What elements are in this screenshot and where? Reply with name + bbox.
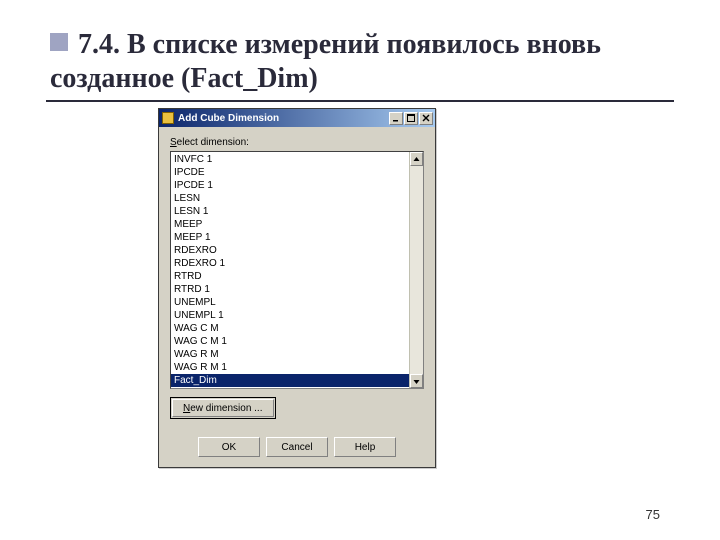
window-controls xyxy=(389,112,433,125)
new-dimension-button[interactable]: New dimension ... xyxy=(172,399,274,417)
help-button[interactable]: Help xyxy=(334,437,396,457)
list-item[interactable]: RDEXRO 1 xyxy=(171,257,409,270)
list-item[interactable]: RDEXRO xyxy=(171,244,409,257)
add-cube-dimension-dialog: Add Cube Dimension Select dimension: INV… xyxy=(158,108,436,468)
ok-button[interactable]: OK xyxy=(198,437,260,457)
new-dimension-row: New dimension ... xyxy=(170,397,424,419)
dimension-listbox-frame: INVFC 1IPCDEIPCDE 1LESNLESN 1MEEPMEEP 1R… xyxy=(170,151,424,389)
cube-icon xyxy=(162,112,174,124)
list-item[interactable]: UNEMPL xyxy=(171,296,409,309)
list-item[interactable]: Fact_Dim xyxy=(171,374,409,387)
cancel-button[interactable]: Cancel xyxy=(266,437,328,457)
dialog-action-row: OK Cancel Help xyxy=(170,437,424,457)
dimension-listbox[interactable]: INVFC 1IPCDEIPCDE 1LESNLESN 1MEEPMEEP 1R… xyxy=(171,152,409,388)
page-number: 75 xyxy=(646,507,660,522)
list-item[interactable]: IPCDE 1 xyxy=(171,179,409,192)
close-button[interactable] xyxy=(419,112,433,125)
titlebar[interactable]: Add Cube Dimension xyxy=(159,109,435,127)
list-item[interactable]: UNEMPL 1 xyxy=(171,309,409,322)
list-item[interactable]: WAG R M 1 xyxy=(171,361,409,374)
heading-bullet-icon xyxy=(50,33,68,51)
scrollbar-vertical[interactable] xyxy=(409,152,423,388)
list-item[interactable]: RTRD xyxy=(171,270,409,283)
list-item[interactable]: RTRD 1 xyxy=(171,283,409,296)
minimize-button[interactable] xyxy=(389,112,403,125)
scroll-down-button[interactable] xyxy=(410,374,423,388)
list-item[interactable]: MEEP xyxy=(171,218,409,231)
dialog-title: Add Cube Dimension xyxy=(178,113,389,124)
dialog-body: Select dimension: INVFC 1IPCDEIPCDE 1LES… xyxy=(159,127,435,467)
list-item[interactable]: MEEP 1 xyxy=(171,231,409,244)
maximize-button[interactable] xyxy=(404,112,418,125)
scroll-track[interactable] xyxy=(410,166,423,374)
list-item[interactable]: LESN 1 xyxy=(171,205,409,218)
slide-heading: 7.4. В списке измерений появилось вновь … xyxy=(50,28,670,95)
list-item[interactable]: IPCDE xyxy=(171,166,409,179)
list-item[interactable]: WAG R M xyxy=(171,348,409,361)
new-dimension-button-frame: New dimension ... xyxy=(170,397,276,419)
list-item[interactable]: INVFC 1 xyxy=(171,153,409,166)
scroll-up-button[interactable] xyxy=(410,152,423,166)
heading-underline xyxy=(46,100,674,102)
slide-heading-text: 7.4. В списке измерений появилось вновь … xyxy=(50,29,601,94)
list-item[interactable]: WAG C M 1 xyxy=(171,335,409,348)
select-dimension-label: Select dimension: xyxy=(170,137,424,148)
list-item[interactable]: WAG C M xyxy=(171,322,409,335)
list-item[interactable]: LESN xyxy=(171,192,409,205)
